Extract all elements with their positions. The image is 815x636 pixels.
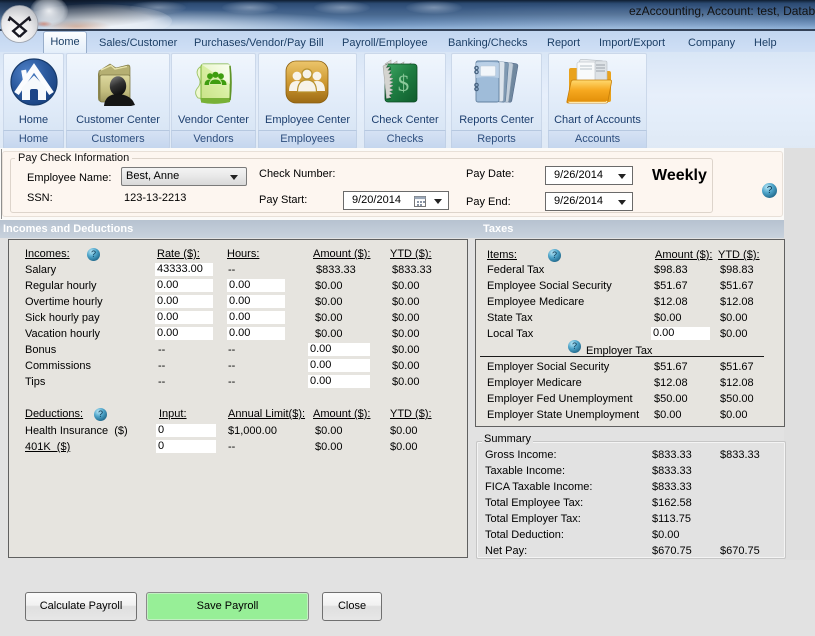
svg-text:$: $ [398,71,410,96]
